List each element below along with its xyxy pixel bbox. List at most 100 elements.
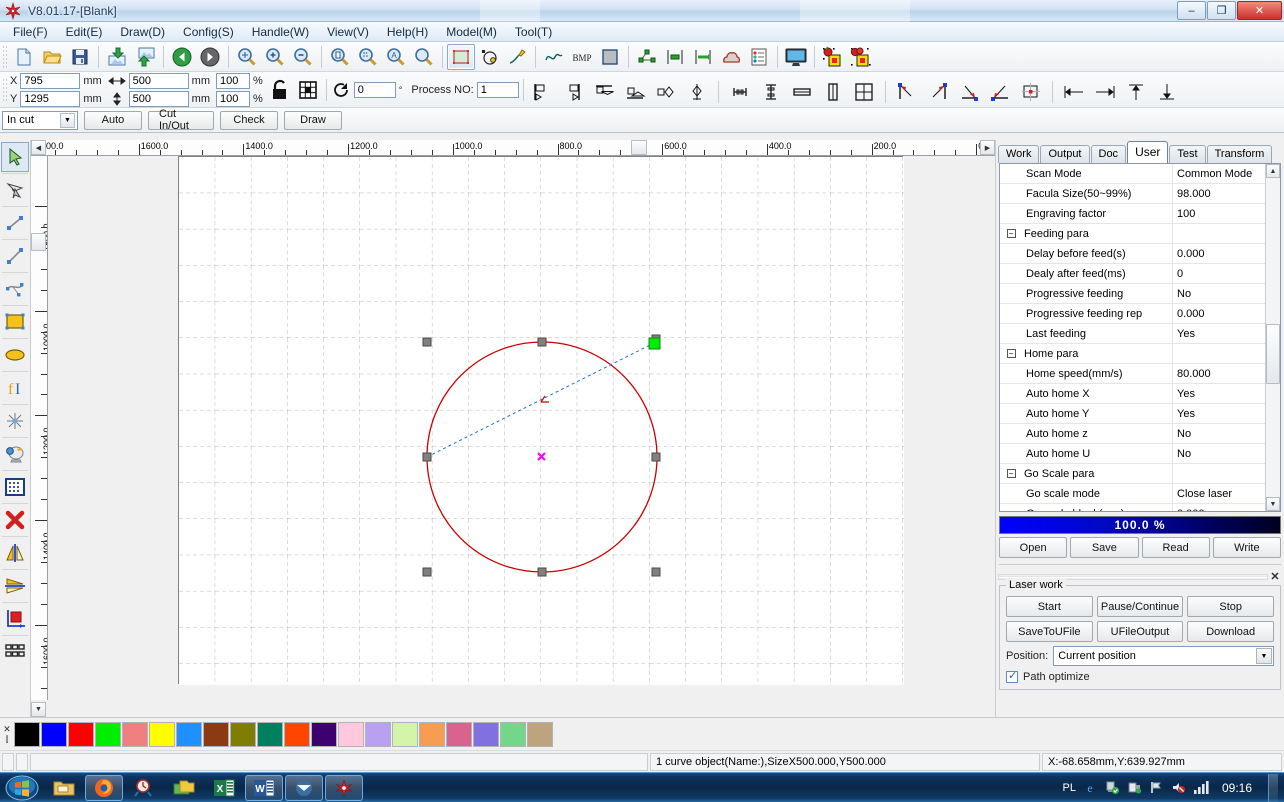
start-orb-icon[interactable] bbox=[0, 774, 44, 802]
zoom-out-icon[interactable] bbox=[289, 44, 317, 70]
dist-grid-icon[interactable] bbox=[850, 79, 878, 105]
mirror-horizontal-tool[interactable] bbox=[1, 538, 29, 568]
close-icon[interactable]: ✕ bbox=[1268, 570, 1282, 583]
open-button[interactable]: Open bbox=[999, 537, 1068, 558]
rdworks-icon[interactable] bbox=[325, 774, 363, 801]
origin-bottomleft-icon[interactable] bbox=[986, 79, 1014, 105]
volume-muted-icon[interactable] bbox=[1171, 780, 1186, 795]
property-value[interactable]: Yes bbox=[1173, 324, 1265, 344]
property-row[interactable]: Engraving factor 100 bbox=[1000, 203, 1265, 224]
export-icon[interactable] bbox=[131, 44, 159, 70]
zoom-in-icon[interactable] bbox=[261, 44, 289, 70]
path-edit-icon[interactable] bbox=[503, 44, 531, 70]
property-row[interactable]: Scan Mode Common Mode bbox=[1000, 164, 1265, 184]
position-dropdown[interactable]: Current position ▼ bbox=[1053, 646, 1274, 666]
align-right-icon[interactable] bbox=[559, 79, 587, 105]
palette-swatch[interactable] bbox=[392, 721, 418, 747]
tab-output[interactable]: Output bbox=[1040, 145, 1090, 163]
width-input[interactable]: 500 bbox=[128, 72, 189, 89]
property-value[interactable]: Yes bbox=[1173, 384, 1265, 404]
ufile-output-button[interactable]: UFileOutput bbox=[1096, 621, 1184, 642]
download-button[interactable]: Download bbox=[1187, 621, 1275, 642]
property-row[interactable]: − Go Scale para bbox=[1000, 463, 1265, 484]
save-to-ufile-button[interactable]: SaveToUFile bbox=[1006, 621, 1093, 642]
property-value[interactable]: 0 bbox=[1173, 264, 1265, 284]
bitmap-tool[interactable] bbox=[1, 472, 29, 502]
tab-work[interactable]: Work bbox=[998, 145, 1040, 163]
dist-hspace-icon[interactable] bbox=[788, 79, 816, 105]
network-ok-icon[interactable] bbox=[1105, 780, 1120, 795]
fill-icon[interactable] bbox=[596, 44, 624, 70]
align-left-icon[interactable] bbox=[528, 79, 556, 105]
size-left-icon[interactable] bbox=[1060, 79, 1088, 105]
excel-icon[interactable]: X bbox=[205, 775, 243, 801]
menu-item-config[interactable]: Config(S) bbox=[174, 23, 243, 41]
palette-swatch[interactable] bbox=[68, 721, 94, 747]
anchor-grid-icon[interactable] bbox=[294, 77, 322, 103]
property-value[interactable]: No bbox=[1173, 284, 1265, 304]
output-red-icon[interactable] bbox=[819, 44, 847, 70]
property-row[interactable]: Progressive feeding No bbox=[1000, 283, 1265, 304]
property-row[interactable]: − Feeding para bbox=[1000, 223, 1265, 244]
mail-icon[interactable] bbox=[285, 774, 323, 801]
rotate-icon[interactable] bbox=[331, 80, 351, 100]
ie-icon[interactable]: e bbox=[1083, 780, 1098, 795]
drawing-canvas[interactable] bbox=[48, 156, 978, 700]
palette-swatch[interactable] bbox=[14, 721, 40, 747]
import-icon[interactable] bbox=[103, 44, 131, 70]
palette-swatch[interactable] bbox=[473, 721, 499, 747]
dist-h-icon[interactable] bbox=[726, 79, 754, 105]
node-edit-icon[interactable] bbox=[475, 44, 503, 70]
zoom-all-icon[interactable]: A bbox=[382, 44, 410, 70]
property-expander[interactable]: − bbox=[1000, 229, 1022, 238]
align-center-v-icon[interactable] bbox=[683, 79, 711, 105]
palette-swatch[interactable] bbox=[41, 721, 67, 747]
word-icon[interactable]: W bbox=[245, 774, 283, 801]
cut-mode-dropdown[interactable]: In cut ▼ bbox=[2, 110, 78, 130]
menu-item-draw[interactable]: Draw(D) bbox=[111, 23, 174, 41]
work-page[interactable] bbox=[178, 156, 904, 685]
lock-icon[interactable] bbox=[266, 77, 294, 103]
close-button[interactable]: ✕ bbox=[1237, 1, 1282, 20]
palette-swatch[interactable] bbox=[419, 721, 445, 747]
property-value[interactable]: Yes bbox=[1173, 404, 1265, 424]
palette-swatch[interactable] bbox=[365, 721, 391, 747]
menu-item-file[interactable]: File(F) bbox=[4, 23, 57, 41]
property-grid[interactable]: Scan Mode Common Mode Facula Size(50~99%) 9… bbox=[999, 163, 1281, 512]
polyline-tool[interactable] bbox=[1, 241, 29, 271]
save-button[interactable]: Save bbox=[1070, 537, 1139, 558]
property-row[interactable]: Delay before feed(s) 0.000 bbox=[1000, 243, 1265, 264]
x-input[interactable]: 795 bbox=[20, 72, 81, 89]
palette-swatch[interactable] bbox=[230, 721, 256, 747]
redo-icon[interactable] bbox=[196, 44, 224, 70]
property-expander[interactable]: − bbox=[1000, 349, 1022, 358]
pause-continue-button[interactable]: Pause/Continue bbox=[1096, 596, 1184, 617]
palette-swatch[interactable] bbox=[527, 721, 553, 747]
output-multi-red-icon[interactable] bbox=[847, 44, 875, 70]
zoom-selection-icon[interactable] bbox=[354, 44, 382, 70]
flag-action-icon[interactable] bbox=[1149, 780, 1164, 795]
start-button[interactable]: Start bbox=[1006, 596, 1093, 617]
firefox-icon[interactable] bbox=[85, 774, 123, 801]
toolbar-gripper[interactable] bbox=[2, 44, 8, 69]
tab-user[interactable]: User bbox=[1127, 141, 1169, 163]
align-top-icon[interactable] bbox=[590, 79, 618, 105]
maximize-button[interactable]: ❐ bbox=[1207, 1, 1236, 20]
prop-scroll-up-icon[interactable]: ▲ bbox=[1266, 164, 1280, 178]
property-row[interactable]: Go scale mode Close laser bbox=[1000, 483, 1265, 504]
palette-swatch[interactable] bbox=[500, 721, 526, 747]
tray-clock[interactable]: 09:16 bbox=[1217, 781, 1257, 795]
property-value[interactable]: Close laser bbox=[1173, 484, 1265, 504]
stop-button[interactable]: Stop bbox=[1187, 596, 1275, 617]
mirror-vertical-tool[interactable] bbox=[1, 571, 29, 601]
origin-bottomright-icon[interactable] bbox=[955, 79, 983, 105]
menu-item-help[interactable]: Help(H) bbox=[378, 23, 437, 41]
property-value[interactable]: 0.000 bbox=[1173, 244, 1265, 264]
palette-swatch[interactable] bbox=[284, 721, 310, 747]
ellipse-tool[interactable] bbox=[1, 340, 29, 370]
property-value[interactable] bbox=[1173, 464, 1265, 484]
select-arrow-tool[interactable] bbox=[1, 142, 29, 172]
size-right-icon[interactable] bbox=[1091, 79, 1119, 105]
horizontal-scroll-thumb[interactable] bbox=[631, 140, 647, 155]
collapse-icon[interactable]: − bbox=[1006, 349, 1016, 358]
